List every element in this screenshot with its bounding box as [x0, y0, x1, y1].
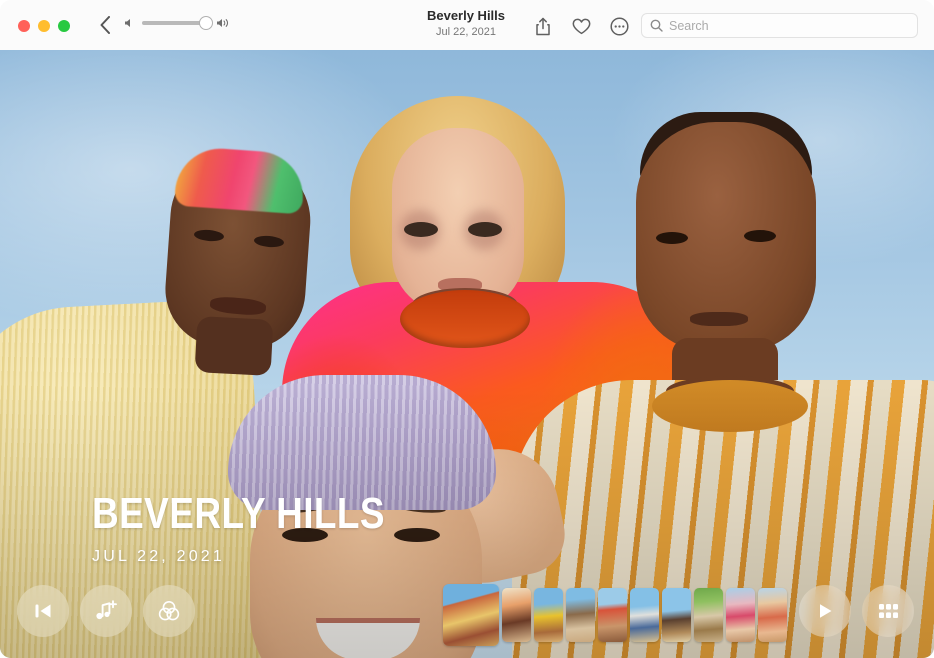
thumbnail-4[interactable] [566, 588, 595, 642]
person-center-eye-left [404, 222, 438, 237]
page-subtitle: Jul 22, 2021 [380, 25, 552, 40]
share-icon [535, 17, 551, 36]
thumbnail-5[interactable] [598, 588, 627, 642]
traffic-lights [18, 20, 70, 32]
memory-date: JUL 22, 2021 [92, 548, 441, 566]
thumbnail-3[interactable] [534, 588, 563, 642]
speaker-high-icon [216, 17, 231, 29]
heart-icon [572, 18, 591, 35]
volume-slider-group[interactable] [124, 17, 231, 29]
thumbnail-9[interactable] [726, 588, 755, 642]
person-left-neck [195, 316, 274, 376]
favorite-button[interactable] [570, 15, 592, 37]
volume-slider-knob[interactable] [199, 16, 213, 30]
thumbnail-10[interactable] [758, 588, 787, 642]
search-input[interactable]: Search [669, 19, 709, 33]
memory-filmstrip[interactable] [443, 584, 787, 646]
speaker-low-icon [124, 17, 136, 29]
photos-memory-window: Beverly Hills Jul 22, 2021 [0, 0, 934, 658]
filters-button[interactable] [143, 585, 195, 637]
page-title: Beverly Hills [380, 8, 552, 24]
play-icon [815, 601, 835, 621]
memory-title: BEVERLY HILLS [92, 490, 385, 538]
memory-title-overlay: BEVERLY HILLS JUL 22, 2021 [92, 490, 441, 566]
thumbnail-2[interactable] [502, 588, 531, 642]
search-field[interactable]: Search [641, 13, 918, 38]
window-title-block: Beverly Hills Jul 22, 2021 [380, 8, 552, 40]
thumbnail-8[interactable] [694, 588, 723, 642]
maximize-window-button[interactable] [58, 20, 70, 32]
person-right-collar [652, 380, 808, 432]
person-right-mouth [690, 312, 748, 326]
back-button[interactable] [94, 14, 116, 36]
person-right-eye-left [656, 232, 688, 244]
memory-photo-canvas[interactable]: BEVERLY HILLS JUL 22, 2021 [0, 50, 934, 658]
close-window-button[interactable] [18, 20, 30, 32]
share-button[interactable] [532, 15, 554, 37]
grid-view-button[interactable] [862, 585, 914, 637]
person-center-collar [400, 290, 530, 348]
add-music-button[interactable] [80, 585, 132, 637]
more-button[interactable] [608, 15, 630, 37]
person-center-eye-right [468, 222, 502, 237]
thumbnail-1[interactable] [443, 584, 499, 646]
rewind-icon [33, 602, 53, 620]
chevron-left-icon [99, 16, 111, 34]
previous-memory-button[interactable] [17, 585, 69, 637]
toolbar-actions [532, 15, 630, 37]
thumbnail-7[interactable] [662, 588, 691, 642]
volume-slider-track[interactable] [142, 21, 210, 25]
search-icon [650, 19, 663, 32]
person-right-eye-right [744, 230, 776, 242]
filters-circles-icon [157, 599, 181, 623]
play-button[interactable] [799, 585, 851, 637]
minimize-window-button[interactable] [38, 20, 50, 32]
window-toolbar: Beverly Hills Jul 22, 2021 [0, 0, 934, 50]
grid-icon [878, 603, 899, 619]
thumbnail-6[interactable] [630, 588, 659, 642]
music-note-add-icon [94, 599, 118, 623]
more-circle-icon [610, 17, 629, 36]
